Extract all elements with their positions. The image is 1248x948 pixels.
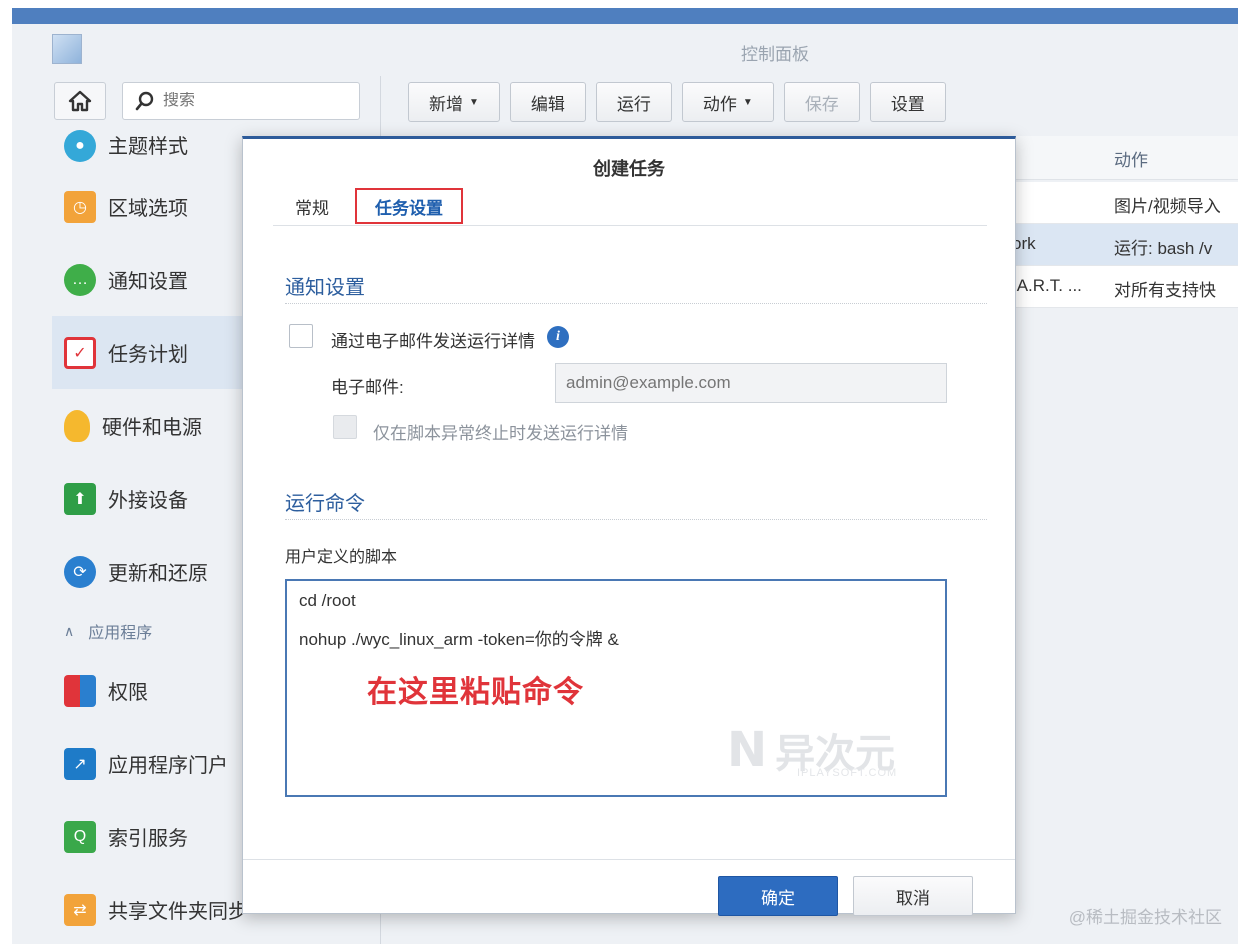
paste-command-hint: 在这里粘贴命令 (367, 676, 584, 709)
sidebar-item-label: 区域选项 (108, 198, 188, 220)
info-icon[interactable]: i (547, 326, 569, 348)
home-button[interactable] (54, 82, 106, 120)
sidebar-item-label: 主题样式 (108, 136, 188, 158)
create-task-dialog: 创建任务 常规 任务设置 通知设置 通过电子邮件发送运行详情 i 电子邮件: 仅… (242, 136, 1016, 916)
tab-task-settings[interactable]: 任务设置 (355, 188, 463, 224)
portal-arrow-icon: ↗ (64, 747, 96, 780)
chevron-down-icon: ▼ (742, 96, 753, 108)
palette-icon: ● (64, 130, 96, 162)
script-line: cd /root (299, 591, 356, 610)
watermark-subtext: IPLAYSOFT.COM (797, 767, 898, 779)
sidebar-item-label: 索引服务 (108, 828, 188, 850)
refresh-icon: ⟳ (64, 555, 96, 588)
permission-grid-icon (64, 674, 96, 707)
magnifier-icon: Q (64, 820, 96, 853)
email-details-checkbox[interactable] (289, 324, 313, 348)
toolbar: 新增 ▼ 编辑 运行 动作 ▼ 保存 设置 (408, 82, 946, 122)
table-cell-action: 图片/视频导入 (1114, 197, 1221, 216)
email-field[interactable] (555, 363, 947, 403)
search-box[interactable] (122, 82, 360, 120)
edit-button[interactable]: 编辑 (509, 82, 586, 122)
sidebar-item-label: 任务计划 (108, 344, 188, 366)
sidebar-item-label: 权限 (108, 682, 148, 704)
sidebar-item-label: 通知设置 (108, 271, 188, 293)
column-header-action[interactable]: 动作 (1114, 146, 1148, 171)
table-row[interactable]: .A.R.T. ... 对所有支持快 (1012, 266, 1238, 308)
table-cell-action: 对所有支持快 (1114, 281, 1216, 300)
sidebar-item-label: 更新和还原 (108, 563, 208, 585)
home-icon (68, 90, 92, 112)
sidebar-section-label: 应用程序 (88, 625, 153, 642)
table-row[interactable]: 图片/视频导入 (1012, 182, 1238, 224)
table-cell-name: .A.R.T. ... (1012, 276, 1082, 295)
cancel-button[interactable]: 取消 (853, 876, 973, 916)
external-device-icon: ⬆ (64, 482, 96, 515)
dialog-footer-divider (243, 859, 1015, 860)
create-label: 新增 (429, 94, 463, 114)
ok-button[interactable]: 确定 (718, 876, 838, 916)
email-field-label: 电子邮件: (331, 378, 404, 397)
search-icon (135, 91, 154, 111)
source-credit: @稀土掘金技术社区 (1068, 908, 1222, 927)
chevron-up-icon: ∧ (64, 622, 75, 639)
settings-button[interactable]: 设置 (869, 82, 946, 122)
sidebar-item-label: 外接设备 (108, 490, 188, 512)
section-divider (285, 519, 987, 520)
table-cell-action: 运行: bash /v (1114, 239, 1213, 258)
script-line: nohup ./wyc_linux_arm -token=你的令牌 & (299, 630, 619, 649)
section-title-notification: 通知设置 (285, 277, 365, 299)
chat-bubble-icon: … (64, 263, 96, 296)
table-row[interactable]: ork 运行: bash /v (1012, 224, 1238, 266)
create-button[interactable]: 新增 ▼ (408, 82, 500, 122)
section-divider (285, 303, 987, 304)
watermark-logo-icon: N (727, 722, 768, 778)
search-input[interactable] (163, 92, 343, 110)
email-details-label: 通过电子邮件发送运行详情 (331, 332, 535, 351)
abnormal-only-checkbox[interactable] (333, 415, 357, 439)
control-panel-window: 控制面板 新增 ▼ 编辑 运行 动作 ▼ 保存 设置 ● 主题样式 ◷ 区域选项 … (12, 8, 1238, 944)
sidebar-item-label: 共享文件夹同步 (108, 901, 248, 923)
abnormal-only-label: 仅在脚本异常终止时发送运行详情 (373, 424, 628, 443)
dialog-tabs: 常规 任务设置 (273, 184, 987, 226)
dialog-title: 创建任务 (593, 159, 665, 179)
sidebar-item-label: 应用程序门户 (108, 755, 228, 777)
user-script-textarea[interactable]: cd /root nohup ./wyc_linux_arm -token=你的… (285, 579, 947, 797)
titlebar: 控制面板 (12, 24, 1238, 76)
action-button[interactable]: 动作 ▼ (681, 82, 774, 122)
script-label: 用户定义的脚本 (285, 549, 398, 566)
lightbulb-icon (64, 409, 90, 442)
region-clock-icon: ◷ (64, 190, 96, 223)
folder-sync-icon: ⇄ (64, 893, 96, 926)
run-button[interactable]: 运行 (595, 82, 672, 122)
save-button[interactable]: 保存 (783, 82, 860, 122)
calendar-check-icon: ✓ (64, 336, 96, 369)
sidebar-item-label: 硬件和电源 (102, 417, 202, 439)
window-title: 控制面板 (741, 45, 809, 64)
tab-general[interactable]: 常规 (277, 188, 347, 224)
chevron-down-icon: ▼ (469, 96, 479, 108)
action-label: 动作 (702, 94, 737, 114)
section-title-run-command: 运行命令 (285, 493, 365, 515)
